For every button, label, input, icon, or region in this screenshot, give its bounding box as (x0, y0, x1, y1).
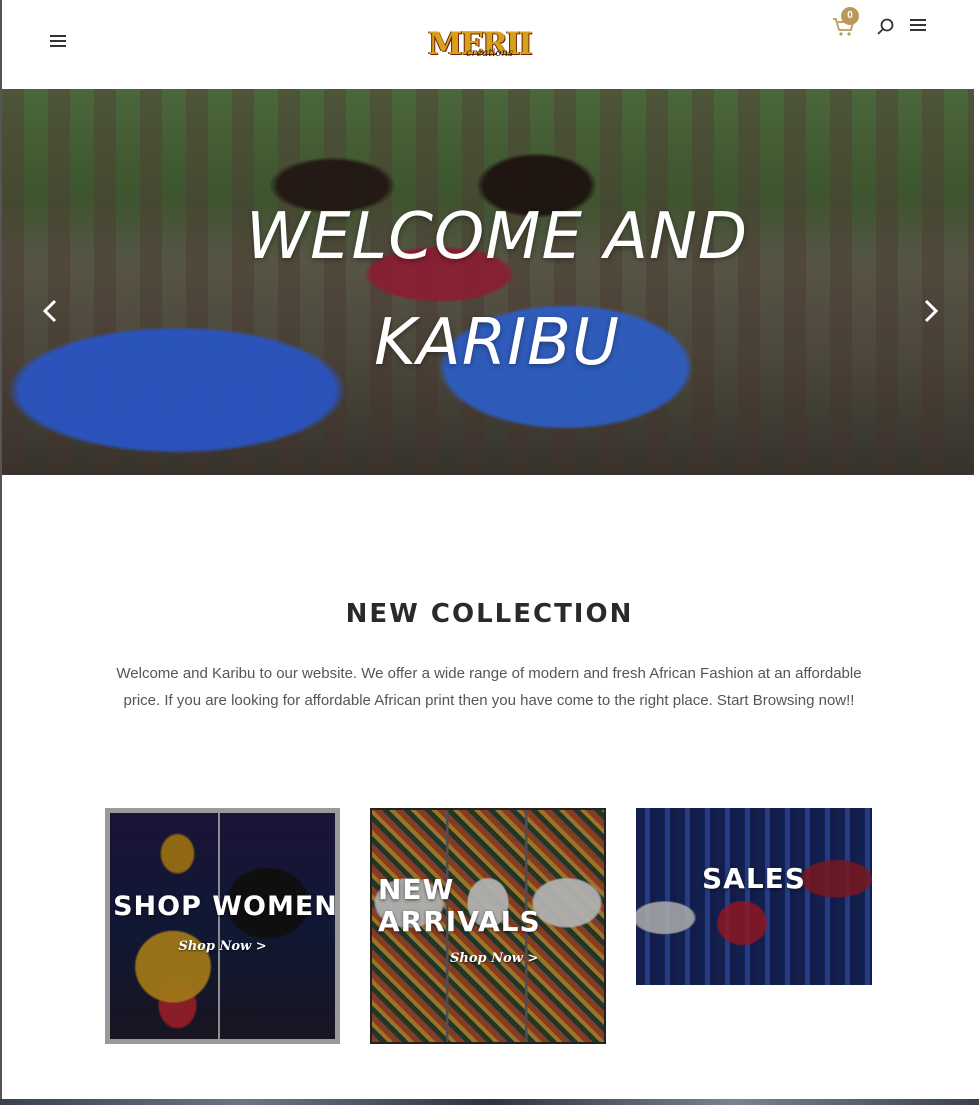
tile-image (636, 808, 872, 985)
chevron-right-icon[interactable] (922, 298, 940, 324)
category-title: SHOP WOMEN (113, 891, 338, 922)
hero-title-line2: KARIBU (374, 306, 620, 380)
section-title: NEW COLLECTION (345, 599, 634, 629)
site-logo[interactable]: MERII creations (426, 24, 533, 64)
category-title-line1: NEW (378, 873, 455, 906)
logo-subtext: creations (466, 48, 514, 59)
shop-now-link[interactable]: Shop Now > (110, 939, 335, 954)
site-header: MERII creations 0 (2, 0, 977, 89)
hero-slider: WELCOME AND KARIBU (2, 89, 974, 475)
category-title: NEW ARRIVALS (378, 874, 541, 938)
tile-image (110, 813, 335, 1039)
category-tile-new-arrivals[interactable]: NEW ARRIVALS Shop Now > (370, 808, 606, 1044)
cart-count-badge[interactable]: 0 (841, 7, 859, 25)
search-icon[interactable] (876, 17, 896, 37)
intro-text: Welcome and Karibu to our website. We of… (116, 665, 862, 709)
hero-title: WELCOME AND KARIBU (2, 184, 974, 396)
category-title: SALES (702, 862, 806, 895)
category-tile-shop-women[interactable]: SHOP WOMEN Shop Now > (105, 808, 340, 1044)
menu-icon[interactable] (910, 19, 926, 33)
menu-icon[interactable] (50, 35, 66, 49)
category-title-line2: ARRIVALS (378, 905, 541, 938)
category-tile-sales[interactable]: SALES (636, 808, 872, 985)
hero-title-line1: WELCOME AND (245, 200, 749, 274)
window-bottom-edge (0, 1099, 979, 1105)
shop-now-link[interactable]: Shop Now > (450, 951, 538, 966)
chevron-left-icon[interactable] (41, 298, 59, 324)
